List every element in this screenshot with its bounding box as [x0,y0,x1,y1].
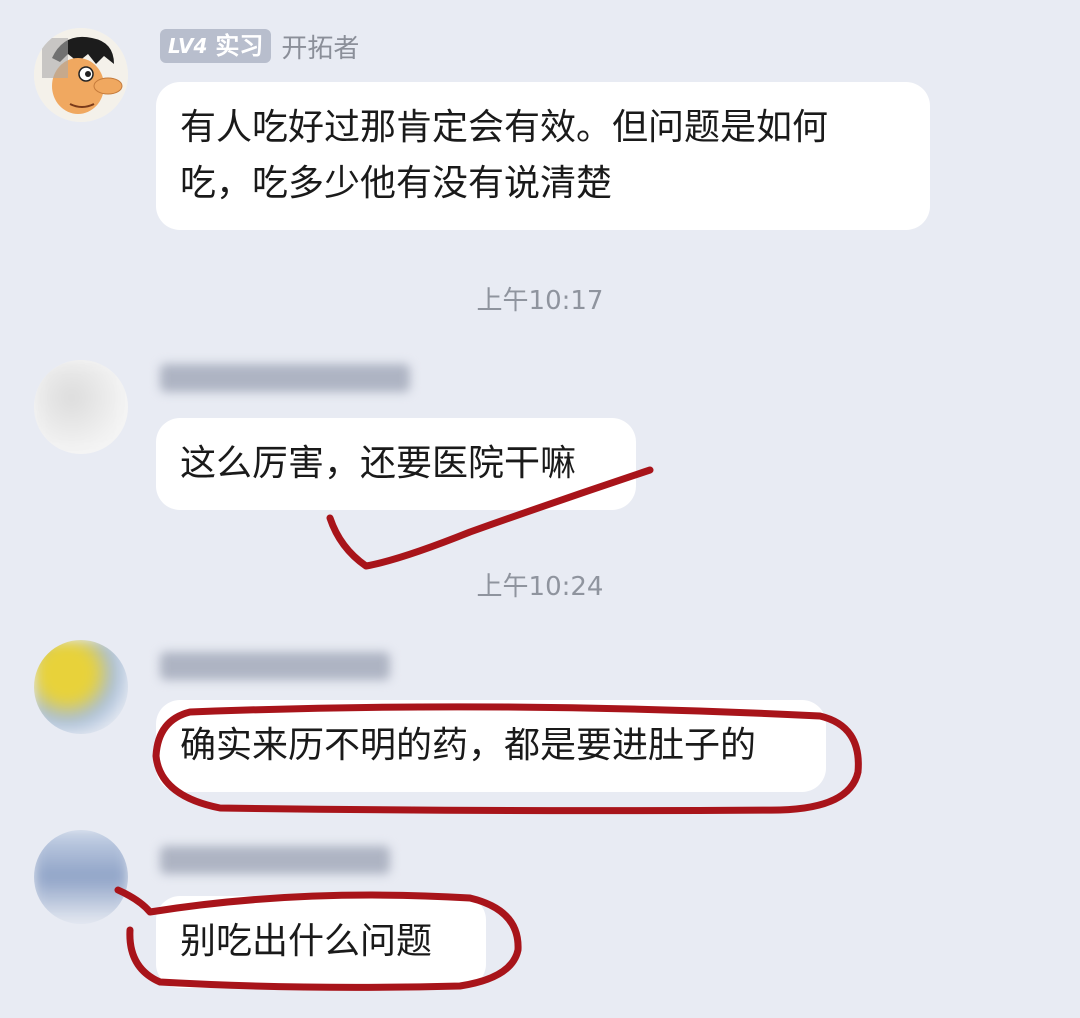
message-line: 吃，吃多少他有没有说清楚 [180,163,613,204]
avatar[interactable] [34,830,128,924]
badge-level: LV4 [168,34,208,58]
timestamp: 上午10:24 [476,572,604,602]
avatar[interactable] [34,640,128,734]
avatar[interactable] [34,28,128,122]
blurred-sender-name [160,846,390,874]
level-badge: LV4 实习 [160,29,272,63]
message-bubble[interactable]: 确实来历不明的药，都是要进肚子的 [156,700,826,792]
sender-header [160,646,390,686]
blurred-sender-name [160,364,410,392]
sender-header: LV4 实习 开拓者 [160,26,359,66]
sender-header [160,358,410,398]
sender-role: 开拓者 [281,33,360,64]
sender-header [160,840,390,880]
message-bubble[interactable]: 有人吃好过那肯定会有效。但问题是如何 吃，吃多少他有没有说清楚 [156,82,930,230]
avatar[interactable] [34,360,128,454]
timestamp: 上午10:17 [476,286,604,316]
message-text: 确实来历不明的药，都是要进肚子的 [180,725,757,766]
message-bubble[interactable]: 这么厉害，还要医院干嘛 [156,418,636,510]
message-text: 这么厉害，还要医院干嘛 [180,443,577,484]
message-text: 别吃出什么问题 [180,921,433,962]
badge-title: 实习 [215,32,264,60]
message-bubble[interactable]: 别吃出什么问题 [156,896,486,988]
cartoon-face-icon [34,28,128,122]
message-line: 有人吃好过那肯定会有效。但问题是如何 [180,107,829,148]
blurred-sender-name [160,652,390,680]
